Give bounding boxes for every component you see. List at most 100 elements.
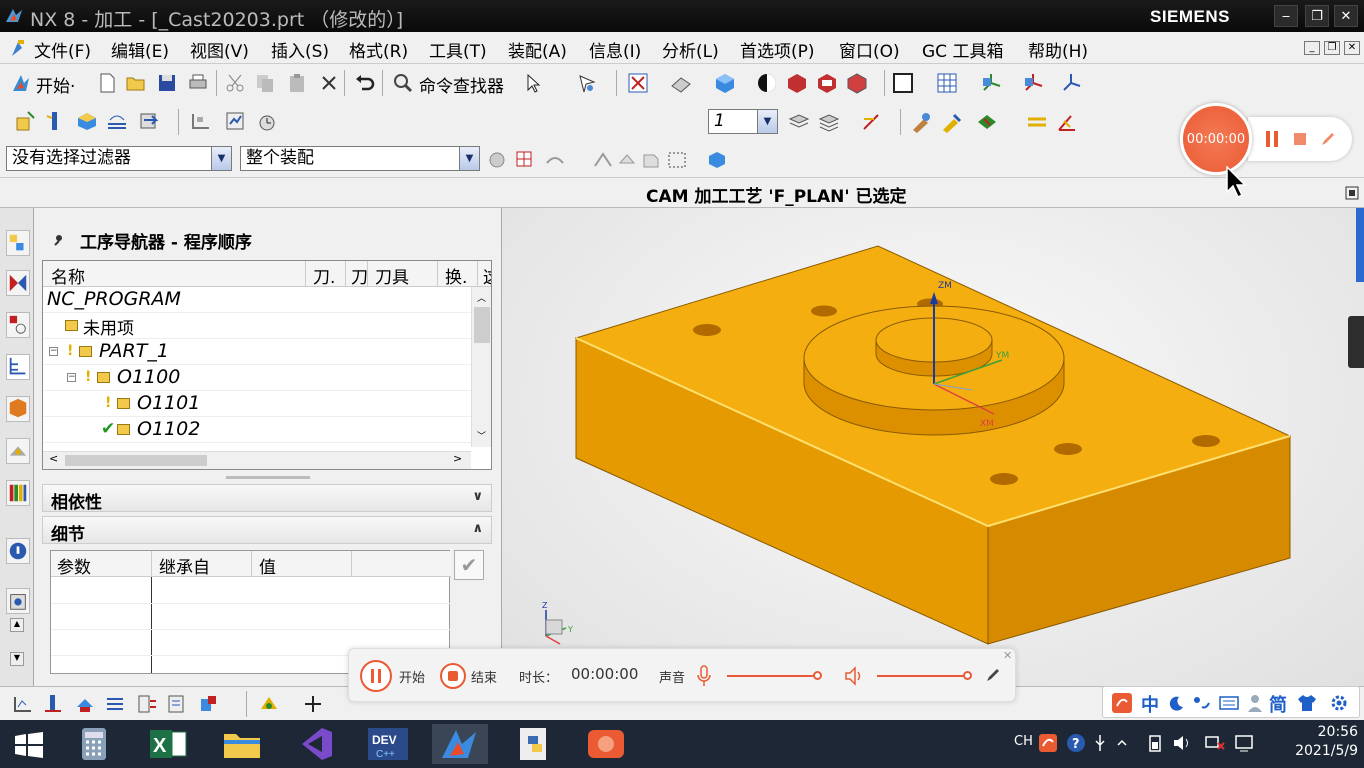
- toolpath-display-icon[interactable]: [12, 693, 34, 715]
- column-tool[interactable]: 刀具: [375, 263, 409, 288]
- rectangle-select-icon[interactable]: [666, 149, 688, 171]
- gear-icon[interactable]: [1329, 693, 1349, 713]
- start-button[interactable]: 开始·: [36, 72, 75, 97]
- shaded-cube-icon[interactable]: [714, 72, 736, 94]
- speaker-volume-knob[interactable]: [963, 671, 972, 680]
- create-tool-icon[interactable]: [44, 110, 66, 132]
- operation-navigator-tab[interactable]: [6, 354, 30, 380]
- scroll-down-icon[interactable]: ﹀: [477, 429, 486, 442]
- machine-tool-view-icon[interactable]: [224, 110, 246, 132]
- close-button[interactable]: ✕: [1334, 5, 1358, 27]
- delete-icon[interactable]: [318, 72, 340, 94]
- menu-insert[interactable]: 插入(S): [271, 37, 329, 62]
- taskbar-excel[interactable]: X: [140, 724, 196, 764]
- close-icon[interactable]: ✕: [1003, 649, 1012, 662]
- column-change[interactable]: 换.: [445, 263, 467, 288]
- postprocess-icon[interactable]: [136, 693, 158, 715]
- feature-icon[interactable]: [258, 693, 280, 715]
- machining-features-tab[interactable]: [6, 438, 30, 464]
- cut-icon[interactable]: [224, 72, 246, 94]
- minimize-button[interactable]: ‒: [1274, 5, 1298, 27]
- plus-icon[interactable]: [302, 693, 324, 715]
- pause-icon[interactable]: [1262, 129, 1282, 149]
- command-finder-button[interactable]: 命令查找器: [419, 72, 504, 97]
- tray-ime-icon[interactable]: [1038, 733, 1058, 753]
- edit-object-icon[interactable]: [910, 111, 932, 133]
- clip-view-icon[interactable]: [816, 72, 838, 94]
- stop-record-label[interactable]: 结束: [471, 667, 497, 686]
- taskbar-file-explorer[interactable]: [214, 724, 270, 764]
- machine-tool-navigator-tab[interactable]: [6, 396, 30, 422]
- output-cls-icon[interactable]: [198, 693, 220, 715]
- ime-logo-icon[interactable]: [1111, 692, 1133, 714]
- work-layer-combo[interactable]: 1 ▼: [708, 109, 778, 134]
- tree-row-part-1[interactable]: − ! PART_1: [43, 339, 471, 365]
- speaker-volume-track[interactable]: [877, 675, 969, 677]
- shop-doc-icon[interactable]: [166, 693, 188, 715]
- ime-mode[interactable]: 中: [1141, 691, 1159, 717]
- usb-icon[interactable]: [1094, 733, 1106, 753]
- column-name[interactable]: 名称: [51, 263, 85, 288]
- scroll-right-icon[interactable]: >: [453, 452, 462, 465]
- tree-row-o1100[interactable]: − ! O1100: [43, 365, 471, 391]
- menu-gc-toolbox[interactable]: GC 工具箱: [922, 37, 1003, 62]
- type-filter-combo[interactable]: 没有选择过滤器 ▼: [6, 146, 232, 171]
- select-curve-icon[interactable]: [544, 149, 566, 171]
- tree-horizontal-scrollbar[interactable]: < >: [43, 451, 471, 469]
- wcs-origin-icon[interactable]: [1060, 72, 1082, 94]
- show-hidden-icons-chevron-icon[interactable]: [1116, 737, 1128, 749]
- taskbar-nx[interactable]: [432, 724, 488, 764]
- pin-icon[interactable]: [52, 232, 66, 246]
- recorder-timer-button[interactable]: 00:00:00: [1180, 103, 1252, 175]
- taskbar-recorder[interactable]: [578, 724, 634, 764]
- scroll-left-icon[interactable]: <: [49, 452, 58, 465]
- assembly-navigator-tab[interactable]: [6, 230, 30, 256]
- column-inherited-from[interactable]: 继承自: [159, 553, 210, 578]
- selection-scope-combo[interactable]: 整个装配 ▼: [240, 146, 480, 171]
- tree-row-o1102[interactable]: ✔ O1102: [43, 417, 471, 443]
- column-tool-change[interactable]: 刀.: [313, 263, 335, 288]
- graphics-window[interactable]: ZM YM XM Z Y: [502, 208, 1364, 686]
- point-icon[interactable]: [860, 111, 882, 133]
- menu-analysis[interactable]: 分析(L): [662, 37, 719, 62]
- chevron-down-icon[interactable]: ▼: [459, 147, 479, 170]
- scroll-down-button[interactable]: ▼: [10, 652, 24, 666]
- menu-tools[interactable]: 工具(T): [429, 37, 487, 62]
- simplified-chinese-toggle[interactable]: 简: [1269, 691, 1287, 717]
- layer-settings-icon[interactable]: [788, 111, 810, 133]
- brush-icon[interactable]: [940, 111, 962, 133]
- paste-icon[interactable]: [286, 72, 308, 94]
- column-parameter[interactable]: 参数: [57, 553, 91, 578]
- restore-button[interactable]: ❐: [1305, 5, 1329, 27]
- windows-start-icon[interactable]: [14, 732, 44, 758]
- fit-view-icon[interactable]: [627, 72, 649, 94]
- keyboard-icon[interactable]: [1219, 695, 1239, 711]
- network-disconnected-icon[interactable]: [1204, 733, 1226, 753]
- column-more[interactable]: 这: [483, 263, 491, 288]
- details-section[interactable]: 细节 ∧: [42, 516, 492, 545]
- collapse-icon[interactable]: −: [67, 373, 76, 382]
- wcs-orient-icon[interactable]: [1022, 72, 1044, 94]
- stop-icon[interactable]: [1292, 131, 1308, 147]
- pen-icon[interactable]: [1320, 131, 1336, 147]
- menu-format[interactable]: 格式(R): [349, 37, 408, 62]
- user-icon[interactable]: [1247, 693, 1263, 713]
- shirt-icon[interactable]: [1297, 694, 1317, 712]
- dependencies-section[interactable]: 相依性 ∨: [42, 484, 492, 513]
- select-body-icon[interactable]: [640, 149, 662, 171]
- battery-icon[interactable]: [1146, 733, 1164, 753]
- program-order-view-icon[interactable]: [190, 110, 212, 132]
- geometry-view-icon[interactable]: [256, 110, 278, 132]
- create-method-icon[interactable]: [106, 110, 128, 132]
- undo-icon[interactable]: [354, 72, 376, 94]
- scroll-thumb[interactable]: [65, 455, 207, 466]
- scroll-up-icon[interactable]: ︿: [477, 291, 486, 304]
- list-toolpath-icon[interactable]: [104, 693, 126, 715]
- tree-row-nc-program[interactable]: NC_PROGRAM: [43, 287, 471, 313]
- menu-help[interactable]: 帮助(H): [1028, 37, 1088, 62]
- side-panel-toggle[interactable]: [1348, 316, 1364, 368]
- tree-row-o1101[interactable]: ! O1101: [43, 391, 471, 417]
- create-geometry-icon[interactable]: [76, 110, 98, 132]
- print-icon[interactable]: [187, 72, 209, 94]
- system-clock[interactable]: 20:56 2021/5/9: [1290, 724, 1358, 759]
